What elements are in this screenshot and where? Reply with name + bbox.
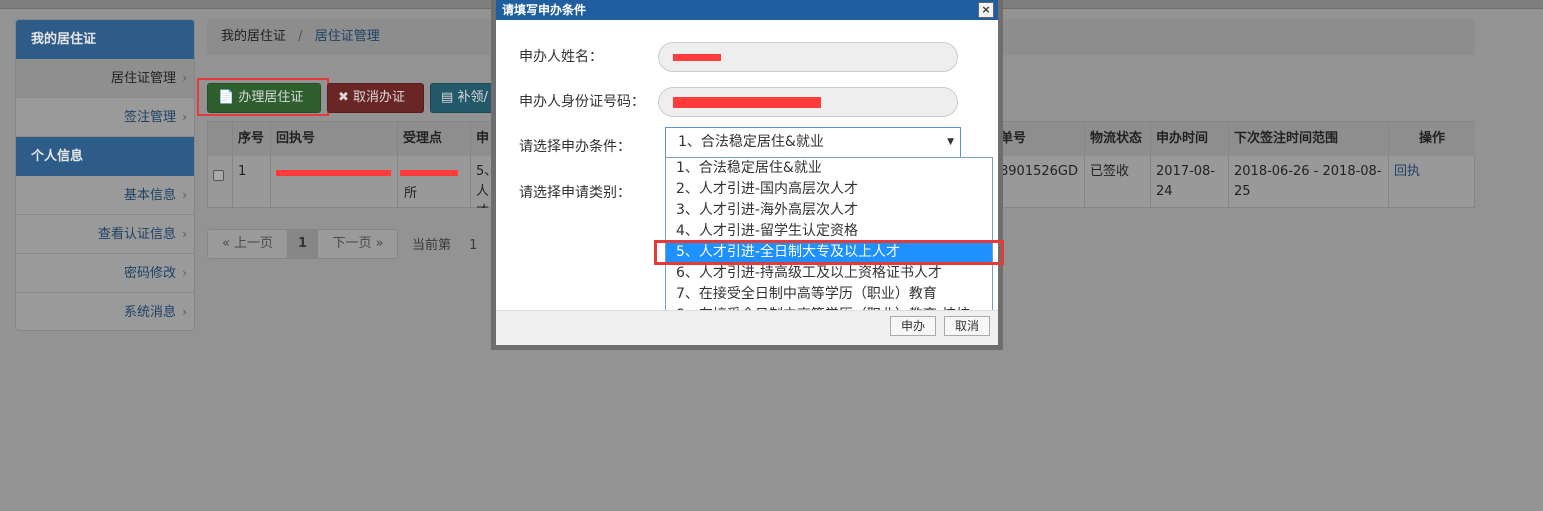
applicant-id-label: 申办人身份证号码： (519, 94, 645, 110)
table-header: 受理点 (398, 122, 471, 156)
condition-option[interactable]: 6、人才引进-持高级工及以上资格证书人才 (666, 263, 992, 284)
sidebar-item-label: 系统消息 (123, 305, 176, 320)
breadcrumb-current[interactable]: 居住证管理 (315, 29, 380, 44)
sidebar-item-password[interactable]: 密码修改 › (16, 254, 194, 293)
submit-button[interactable]: 申办 (890, 316, 936, 336)
breadcrumb-home[interactable]: 我的居住证 (221, 29, 286, 44)
pagination: « 上一页 1 下一页 » (207, 229, 398, 259)
row-checkbox[interactable] (213, 170, 224, 181)
book-icon: ▤ (441, 90, 454, 105)
breadcrumb-separator: / (298, 29, 303, 44)
row-logistics-status: 已签收 (1085, 156, 1151, 208)
dialog-body: 申办人姓名： 申办人身份证号码： 请选择申办条件： 1、合法稳定居住&就业 ▼ … (496, 20, 1004, 327)
table-header: 序号 (233, 122, 271, 156)
cancel-button[interactable]: 取消 (944, 316, 990, 336)
sidebar-section-my-permit: 我的居住证 (16, 20, 194, 59)
chevron-right-icon: › (182, 110, 187, 124)
row-action-receipt[interactable]: 回执 (1389, 156, 1475, 208)
table-header: 物流状态 (1085, 122, 1151, 156)
table-row (208, 156, 233, 208)
table-header: 操作 (1389, 122, 1475, 156)
prev-page-button[interactable]: « 上一页 (208, 230, 288, 258)
option-highlight-box (654, 240, 1004, 265)
redacted-mark (673, 54, 721, 61)
condition-option[interactable]: 1、合法稳定居住&就业 (666, 158, 992, 179)
row-seq: 1 (233, 156, 271, 208)
sidebar-item-label: 签注管理 (123, 110, 176, 125)
sidebar-item-messages[interactable]: 系统消息 › (16, 293, 194, 330)
chevron-right-icon: › (182, 266, 187, 280)
reissue-button[interactable]: ▤ 补领/ (430, 83, 494, 113)
close-icon[interactable]: × (978, 2, 994, 18)
close-icon: ✖ (338, 90, 349, 105)
sidebar-item-endorsement[interactable]: 签注管理 › (16, 98, 194, 137)
redacted-mark (400, 170, 458, 176)
table-header: 下次签注时间范围 (1229, 122, 1389, 156)
page-1-button[interactable]: 1 (288, 230, 318, 258)
sidebar-item-auth-info[interactable]: 查看认证信息 › (16, 215, 194, 254)
apply-permit-button[interactable]: 📄 办理居住证 (207, 83, 321, 113)
table-header: 申办时间 (1151, 122, 1229, 156)
sidebar-section-personal-info: 个人信息 (16, 137, 194, 176)
file-icon: 📄 (218, 90, 235, 105)
chevron-right-icon: › (182, 188, 187, 202)
sidebar: 我的居住证 居住证管理 › 签注管理 › 个人信息 基本信息 › 查看认证信息 … (15, 19, 195, 331)
chevron-right-icon: › (182, 71, 187, 85)
condition-option[interactable]: 2、人才引进-国内高层次人才 (666, 179, 992, 200)
redacted-mark (276, 170, 391, 176)
category-label: 请选择申请类别： (519, 185, 631, 201)
chevron-right-icon: › (182, 305, 187, 319)
applicant-name-label: 申办人姓名： (519, 49, 603, 65)
apply-conditions-dialog: 请填写申办条件 × 申办人姓名： 申办人身份证号码： 请选择申办条件： 1、合法… (491, 0, 1004, 350)
sidebar-item-basic-info[interactable]: 基本信息 › (16, 176, 194, 215)
row-tracking-no: 8901526GD (995, 156, 1085, 208)
condition-option[interactable]: 4、人才引进-留学生认定资格 (666, 221, 992, 242)
applicant-id-field[interactable] (658, 87, 958, 117)
page-info: 当前第 1 (412, 238, 478, 253)
sidebar-item-label: 居住证管理 (110, 71, 176, 86)
sidebar-item-label: 基本信息 (123, 188, 176, 203)
row-office: 所 (398, 156, 471, 208)
dropdown-arrow-icon: ▼ (947, 137, 954, 147)
sidebar-item-label: 查看认证信息 (97, 227, 176, 242)
row-receipt-no (271, 156, 398, 208)
row-apply-time: 2017-08-24 (1151, 156, 1229, 208)
cancel-permit-button[interactable]: ✖ 取消办证 (327, 83, 424, 113)
condition-option[interactable]: 3、人才引进-海外高层次人才 (666, 200, 992, 221)
condition-select[interactable]: 1、合法稳定居住&就业 ▼ (665, 127, 961, 158)
sidebar-item-label: 密码修改 (123, 266, 176, 281)
condition-option[interactable]: 7、在接受全日制中高等学历（职业）教育 (666, 284, 992, 305)
table-header: 回执号 (271, 122, 398, 156)
condition-label: 请选择申办条件： (519, 139, 631, 155)
table-header: 单号 (995, 122, 1085, 156)
next-page-button[interactable]: 下一页 » (318, 230, 398, 258)
table-header-checkbox (208, 122, 233, 156)
chevron-right-icon: › (182, 227, 187, 241)
redacted-mark (673, 97, 821, 108)
dialog-title: 请填写申办条件 (496, 0, 998, 20)
dialog-footer: 申办 取消 (496, 310, 998, 345)
sidebar-item-permit-management[interactable]: 居住证管理 › (16, 59, 194, 98)
applicant-name-field[interactable] (658, 42, 958, 72)
row-next-endorse-range: 2018-06-26 - 2018-08-25 (1229, 156, 1389, 208)
